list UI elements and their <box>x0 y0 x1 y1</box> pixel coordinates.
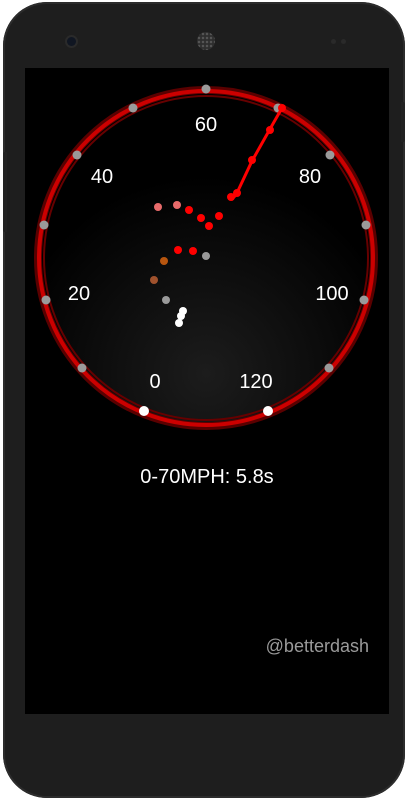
power-button <box>401 102 405 142</box>
acceleration-result: 0-70MPH: 5.8s <box>140 466 274 488</box>
trace-point <box>150 276 158 284</box>
gauge-label-40: 40 <box>91 166 113 188</box>
tick-dot <box>72 150 82 160</box>
trace-point <box>162 296 170 304</box>
trace-point <box>154 203 162 211</box>
trace-point <box>215 212 223 220</box>
light-sensor <box>341 39 346 44</box>
trace-point <box>174 246 182 254</box>
tick-dot <box>361 220 371 230</box>
earpiece-speaker <box>197 32 215 50</box>
gauge-label-0: 0 <box>149 371 160 393</box>
tick-dot <box>359 295 369 305</box>
trace-point <box>173 201 181 209</box>
trace-point <box>202 252 210 260</box>
gauge-label-60: 60 <box>195 114 217 136</box>
tick-dot <box>128 103 138 113</box>
trace-point <box>278 104 286 112</box>
tick-dot <box>77 363 87 373</box>
gauge-label-120: 120 <box>239 371 272 393</box>
proximity-sensor <box>331 39 336 44</box>
phone-body: 60 80 40 100 20 120 0 0-70MPH: 5.8s @bet… <box>3 2 405 798</box>
tick-dot <box>39 220 49 230</box>
trace-point <box>160 257 168 265</box>
trace-point <box>189 247 197 255</box>
gauge-label-20: 20 <box>68 283 90 305</box>
tick-dot <box>139 406 149 416</box>
trace-point <box>205 222 213 230</box>
gauge-label-100: 100 <box>315 283 348 305</box>
gauge-label-80: 80 <box>299 166 321 188</box>
tick-dot <box>263 406 273 416</box>
tick-dot <box>325 150 335 160</box>
trace-point <box>197 214 205 222</box>
tick-dot <box>41 295 51 305</box>
front-camera <box>67 37 76 46</box>
tick-dot <box>324 363 334 373</box>
trace-point <box>248 156 256 164</box>
trace-point <box>233 189 241 197</box>
speedometer-gauge: 60 80 40 100 20 120 0 <box>34 84 378 430</box>
tick-dot <box>201 84 211 94</box>
app-screen: 60 80 40 100 20 120 0 0-70MPH: 5.8s @bet… <box>25 68 389 714</box>
volume-button <box>3 152 7 232</box>
trace-point <box>175 319 183 327</box>
trace-point <box>185 206 193 214</box>
trace-point <box>266 126 274 134</box>
watermark: @betterdash <box>265 636 369 656</box>
trace-point <box>179 307 187 315</box>
